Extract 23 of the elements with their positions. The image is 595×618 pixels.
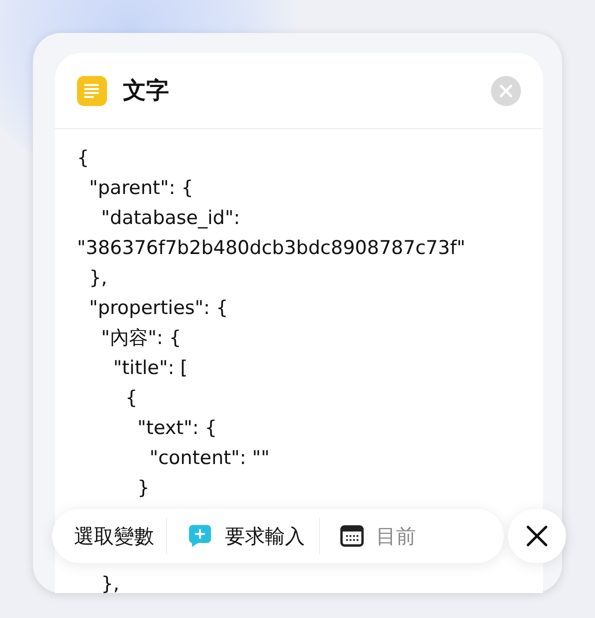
- code-line: "properties": {: [88, 296, 230, 321]
- note-icon: [77, 76, 107, 106]
- code-line: {: [77, 146, 90, 171]
- code-line: "386376f7b2b480dcb3bdc8908787c73f": [77, 236, 466, 261]
- chat-plus-icon: [187, 523, 213, 549]
- date-button[interactable]: 目前: [340, 522, 430, 550]
- code-line: "text": {: [136, 416, 218, 441]
- code-line: }: [136, 476, 150, 501]
- code-line: "parent": {: [88, 176, 194, 201]
- code-line: },: [88, 266, 108, 291]
- code-line: },: [100, 572, 120, 597]
- code-line: "database_id":: [100, 206, 241, 231]
- close-icon: [499, 84, 513, 98]
- code-line: "title": [: [112, 356, 189, 381]
- close-toolbar-button[interactable]: [508, 509, 566, 563]
- code-line: {: [124, 386, 138, 411]
- calendar-icon: [340, 525, 364, 547]
- code-line: "內容": {: [100, 326, 182, 351]
- close-icon: [525, 524, 549, 548]
- card-title: 文字: [123, 77, 170, 106]
- code-line: "content": "": [148, 446, 271, 471]
- ask-input-button[interactable]: 要求輸入: [187, 522, 319, 550]
- variable-button[interactable]: 選取變數: [74, 522, 166, 550]
